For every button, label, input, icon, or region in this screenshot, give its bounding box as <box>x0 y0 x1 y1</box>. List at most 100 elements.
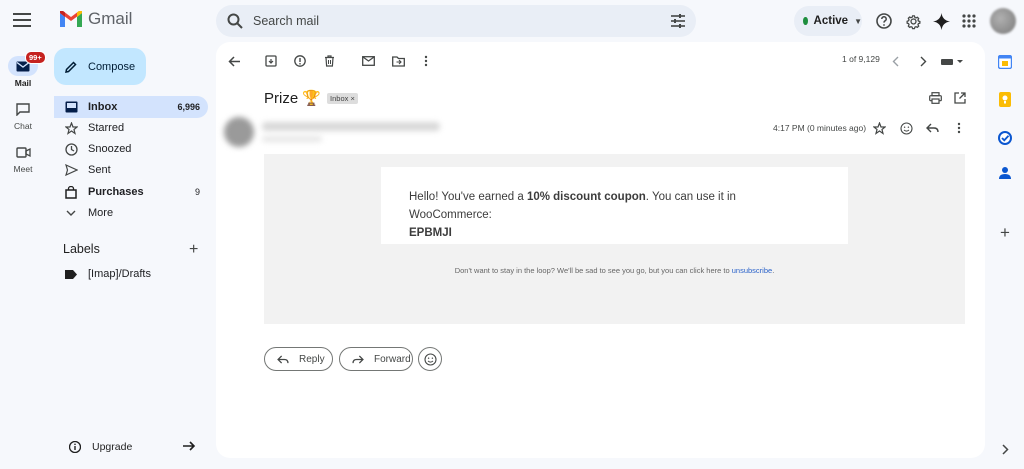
main-menu-icon[interactable] <box>10 8 34 32</box>
reply-button[interactable]: Reply <box>264 347 333 371</box>
keep-icon[interactable] <box>997 91 1013 107</box>
input-tools-keyboard-icon[interactable] <box>940 54 964 68</box>
unsubscribe-note: Don't want to stay in the loop? We'll be… <box>264 266 965 275</box>
label-tag-icon <box>64 267 78 281</box>
message-more-vertical-icon[interactable] <box>952 121 966 135</box>
apps-grid-icon[interactable] <box>959 11 979 31</box>
rail-pill: 99+ <box>8 51 46 76</box>
message-timestamp: 4:17 PM (0 minutes ago) <box>773 123 867 133</box>
chat-icon <box>16 102 30 116</box>
tasks-icon[interactable] <box>997 130 1013 146</box>
footer-text: Don't want to stay in the loop? We'll be… <box>454 266 732 275</box>
nav-item-starred[interactable]: Starred <box>54 117 208 139</box>
settings-gear-icon[interactable] <box>903 11 923 31</box>
rail-item-label: Mail <box>14 78 32 88</box>
nav-item-label: Snoozed <box>88 143 132 155</box>
labels-heading: Labels <box>63 242 100 256</box>
message-subject: Prize 🏆 Inbox × <box>264 89 358 107</box>
search-bar[interactable]: Search mail <box>216 5 696 37</box>
search-options-icon[interactable] <box>670 13 686 29</box>
open-new-window-icon[interactable] <box>953 91 967 105</box>
status-selector[interactable]: Active ▼ <box>794 6 862 36</box>
rail-item-label: Meet <box>13 164 33 174</box>
gemini-sparkle-icon[interactable] <box>931 11 951 31</box>
pencil-icon <box>65 60 77 73</box>
add-addon-plus-icon[interactable]: + <box>997 223 1013 242</box>
nav-item-inbox[interactable]: Inbox 6,996 <box>54 96 208 118</box>
star-icon <box>64 121 78 135</box>
search-input[interactable]: Search mail <box>253 14 319 28</box>
rail-pill <box>8 99 38 119</box>
archive-icon[interactable] <box>264 54 278 68</box>
status-label: Active <box>813 15 849 27</box>
recipient-redacted <box>262 136 322 142</box>
expand-panel-chevron-icon[interactable] <box>997 441 1013 457</box>
info-circle-icon <box>69 441 81 453</box>
unread-count: 6,996 <box>177 102 200 112</box>
message-body: Hello! You've earned a 10% discount coup… <box>264 154 965 324</box>
account-avatar[interactable] <box>990 8 1016 34</box>
forward-button[interactable]: Forward <box>339 347 413 371</box>
rail-pill <box>8 142 38 162</box>
back-arrow-icon[interactable] <box>227 54 241 68</box>
body-text-bold: 10% discount coupon <box>526 191 646 203</box>
top-bar: Gmail Search mail Active ▼ <box>0 0 1024 42</box>
video-icon <box>15 146 31 158</box>
nav-item-more[interactable]: More <box>54 202 208 224</box>
clock-icon <box>64 142 78 156</box>
body-text-prefix: Hello! You've earned a <box>409 191 527 203</box>
status-dot <box>803 17 808 25</box>
coupon-code: EPBMJI <box>409 227 452 239</box>
sender-avatar[interactable] <box>224 117 254 147</box>
chevron-down-icon <box>64 206 78 220</box>
chevron-down-icon: ▼ <box>854 16 862 26</box>
nav-item-purchases[interactable]: Purchases 9 <box>54 181 208 203</box>
rail-item-chat[interactable]: Chat <box>0 99 46 131</box>
send-icon <box>64 163 78 177</box>
unread-count: 9 <box>194 187 200 197</box>
unread-badge: 99+ <box>25 51 46 64</box>
reply-arrow-icon[interactable] <box>925 121 939 135</box>
inbox-icon <box>64 100 78 114</box>
newer-chevron-left-icon[interactable] <box>888 54 902 68</box>
inbox-label-chip[interactable]: Inbox × <box>327 92 358 104</box>
upgrade-label: Upgrade <box>92 441 133 453</box>
label-item-imap-drafts[interactable]: [Imap]/Drafts <box>54 263 208 285</box>
rail-item-meet[interactable]: Meet <box>0 142 46 174</box>
upgrade-link[interactable]: Upgrade <box>56 436 206 458</box>
compose-button[interactable]: Compose <box>54 48 146 85</box>
calendar-icon[interactable] <box>997 54 1013 70</box>
star-message-icon[interactable] <box>872 121 886 135</box>
smiley-icon <box>423 352 437 366</box>
emoji-react-icon[interactable] <box>899 121 913 135</box>
move-to-folder-icon[interactable] <box>391 54 405 68</box>
rail-item-label: Chat <box>14 121 32 131</box>
older-chevron-right-icon[interactable] <box>916 54 930 68</box>
nav-item-label: Inbox <box>88 101 118 113</box>
arrow-right-icon <box>182 440 196 452</box>
more-vertical-icon[interactable] <box>419 54 433 68</box>
mark-unread-icon[interactable] <box>361 54 375 68</box>
label-item-text: [Imap]/Drafts <box>88 268 151 280</box>
search-icon[interactable] <box>226 12 244 30</box>
bag-icon <box>64 185 78 199</box>
nav-item-label: More <box>88 207 114 219</box>
nav-item-label: Sent <box>88 164 111 176</box>
compose-label: Compose <box>88 60 136 73</box>
help-icon[interactable] <box>874 11 894 31</box>
forward-icon <box>352 354 364 364</box>
coupon-card: Hello! You've earned a 10% discount coup… <box>381 167 848 244</box>
rail-item-mail[interactable]: 99+ Mail <box>0 51 46 88</box>
sender-name-redacted <box>262 122 440 131</box>
print-icon[interactable] <box>928 91 942 105</box>
nav-item-sent[interactable]: Sent <box>54 159 208 181</box>
gmail-logo[interactable]: Gmail <box>60 9 132 29</box>
subject-text: Prize 🏆 <box>264 90 322 107</box>
delete-trash-icon[interactable] <box>322 54 336 68</box>
emoji-reaction-button[interactable] <box>418 347 442 371</box>
create-label-plus-icon[interactable]: + <box>189 241 198 259</box>
unsubscribe-link[interactable]: unsubscribe <box>732 266 772 275</box>
nav-item-snoozed[interactable]: Snoozed <box>54 138 208 160</box>
report-spam-icon[interactable] <box>293 54 307 68</box>
contacts-icon[interactable] <box>997 165 1013 181</box>
